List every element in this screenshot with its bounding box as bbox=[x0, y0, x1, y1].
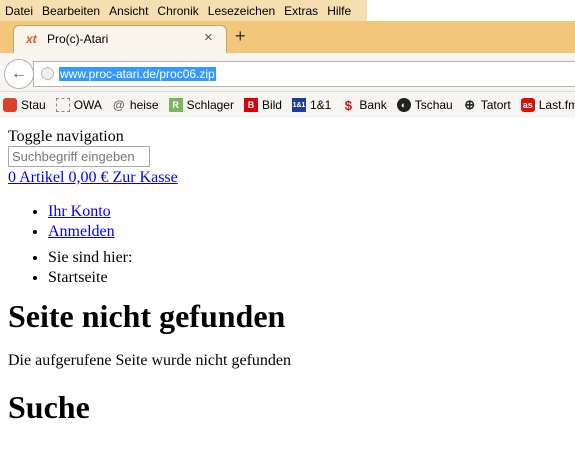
login-link[interactable]: Anmelden bbox=[48, 223, 115, 240]
list-item: Anmelden bbox=[48, 222, 568, 242]
new-tab-icon[interactable]: + bbox=[235, 27, 246, 45]
menu-extras[interactable]: Extras bbox=[284, 4, 318, 18]
bookmark-schlager[interactable]: R Schlager bbox=[168, 98, 234, 112]
owa-icon bbox=[55, 98, 70, 112]
page-content: Toggle navigation 0 Artikel 0,00 € Zur K… bbox=[8, 127, 568, 426]
bild-icon: B bbox=[243, 98, 258, 112]
back-button[interactable]: ← bbox=[4, 59, 34, 89]
breadcrumb-label: Sie sind hier: bbox=[48, 248, 568, 268]
stau-icon bbox=[3, 98, 17, 112]
page-title: Seite nicht gefunden bbox=[8, 298, 286, 334]
bookmark-tatort[interactable]: ⊕ Tatort bbox=[463, 97, 511, 112]
menu-lesezeichen[interactable]: Lesezeichen bbox=[208, 4, 275, 18]
search-input[interactable] bbox=[8, 146, 150, 167]
bookmark-bild[interactable]: B Bild bbox=[243, 98, 282, 112]
site-favicon-icon: xt bbox=[26, 32, 37, 46]
tatort-icon: ⊕ bbox=[464, 97, 476, 112]
tab-strip: xt Pro(c)-Atari × + bbox=[0, 21, 575, 54]
bookmark-heise[interactable]: @ heise bbox=[112, 98, 159, 112]
tab-title: Pro(c)-Atari bbox=[47, 32, 109, 46]
cart-link[interactable]: 0 Artikel 0,00 € Zur Kasse bbox=[8, 167, 568, 189]
navigation-bar: www.proc-atari.de/proc06.zip ← bbox=[0, 53, 575, 92]
bank-icon: $ bbox=[344, 97, 352, 113]
account-list: Ihr Konto Anmelden bbox=[48, 202, 568, 242]
globe-icon bbox=[41, 67, 54, 80]
toggle-navigation[interactable]: Toggle navigation bbox=[8, 127, 568, 146]
bookmark-1und1[interactable]: 1&1 1&1 bbox=[291, 98, 332, 112]
menu-hilfe[interactable]: Hilfe bbox=[327, 4, 351, 18]
1und1-icon: 1&1 bbox=[291, 98, 306, 112]
menu-chronik[interactable]: Chronik bbox=[157, 4, 198, 18]
lastfm-icon: as bbox=[520, 98, 535, 112]
account-link[interactable]: Ihr Konto bbox=[48, 203, 111, 220]
list-item: Ihr Konto bbox=[48, 202, 568, 222]
bookmark-label: heise bbox=[129, 98, 159, 112]
bookmark-label: Stau bbox=[21, 98, 46, 112]
bookmark-label: Bank bbox=[359, 98, 387, 112]
bookmarks-bar: Stau OWA @ heise R Schlager B Bild 1&1 1… bbox=[0, 92, 575, 118]
schlager-icon: R bbox=[168, 98, 183, 112]
bookmark-bank[interactable]: $ Bank bbox=[341, 97, 387, 113]
bookmark-label: 1&1 bbox=[309, 98, 332, 112]
bookmark-label: OWA bbox=[73, 98, 102, 112]
search-heading: Suche bbox=[8, 389, 90, 425]
back-arrow-icon: ← bbox=[11, 65, 27, 82]
bookmark-tschau[interactable]: ◐ Tschau bbox=[396, 98, 453, 112]
bookmark-label: Tatort bbox=[480, 98, 511, 112]
tab-proc-atari[interactable]: xt Pro(c)-Atari × bbox=[13, 25, 227, 54]
menu-datei[interactable]: Datei bbox=[5, 4, 33, 18]
menu-ansicht[interactable]: Ansicht bbox=[109, 4, 148, 18]
close-tab-icon[interactable]: × bbox=[204, 29, 213, 46]
bookmark-label: Last.fm bbox=[538, 98, 575, 112]
menu-bar: Datei Bearbeiten Ansicht Chronik Lesezei… bbox=[0, 0, 575, 21]
tschau-icon: ◐ bbox=[396, 98, 411, 112]
bookmark-stau[interactable]: Stau bbox=[3, 98, 46, 112]
breadcrumb: Sie sind hier: Startseite bbox=[48, 248, 568, 288]
menu-bearbeiten[interactable]: Bearbeiten bbox=[42, 4, 100, 18]
bookmark-lastfm[interactable]: as Last.fm bbox=[520, 98, 575, 112]
bookmark-owa[interactable]: OWA bbox=[55, 98, 102, 112]
bookmark-label: Schlager bbox=[186, 98, 234, 112]
bookmark-label: Tschau bbox=[414, 98, 453, 112]
breadcrumb-item: Startseite bbox=[48, 268, 568, 288]
heise-icon: @ bbox=[113, 98, 125, 112]
bookmark-label: Bild bbox=[261, 98, 282, 112]
url-text[interactable]: www.proc-atari.de/proc06.zip bbox=[59, 67, 216, 81]
url-bar[interactable]: www.proc-atari.de/proc06.zip bbox=[33, 61, 575, 87]
error-message: Die aufgerufene Seite wurde nicht gefund… bbox=[8, 352, 291, 369]
